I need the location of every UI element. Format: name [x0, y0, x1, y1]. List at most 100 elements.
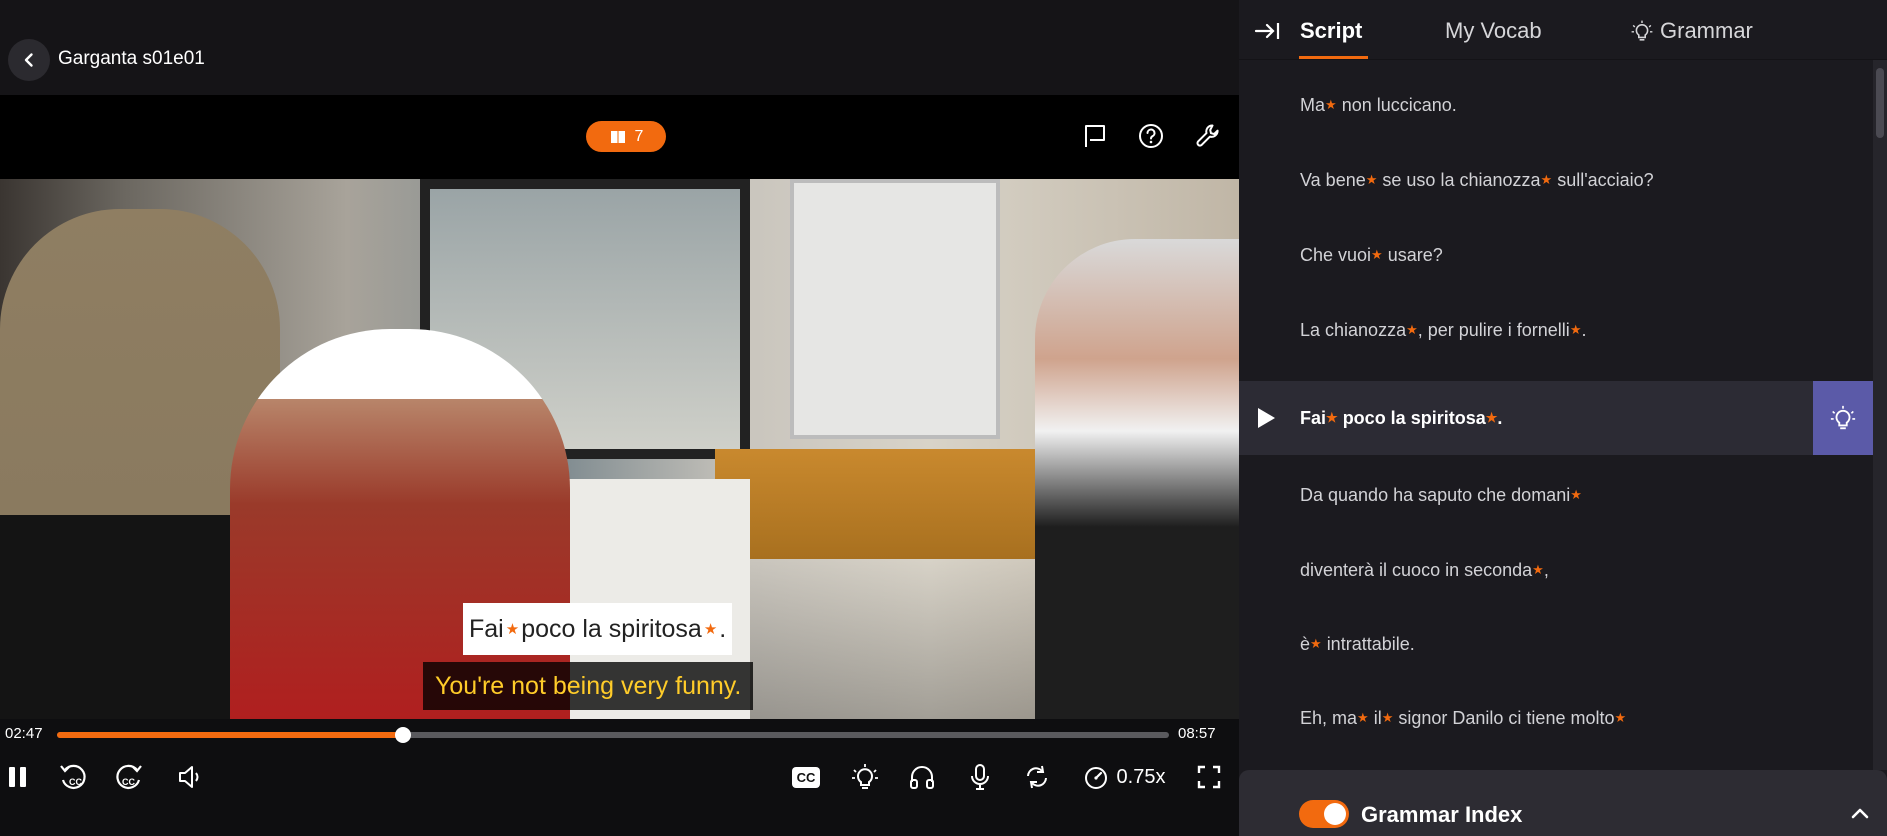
- script-word[interactable]: il: [1374, 708, 1382, 729]
- flag-icon: [1085, 125, 1105, 147]
- speak-practice-button[interactable]: [963, 757, 997, 797]
- video-player: Garganta s01e01 7 Fai ★ poco la spiritos…: [0, 0, 1239, 836]
- scene-person-center: [230, 329, 570, 719]
- script-word[interactable]: Fai: [1300, 408, 1326, 429]
- toggle-knob: [1324, 803, 1346, 825]
- script-word[interactable]: Da quando ha saputo che domani: [1300, 485, 1570, 506]
- fullscreen-icon: [1197, 765, 1221, 789]
- script-line[interactable]: La chianozza ★, per pulire i fornelli ★.: [1239, 293, 1873, 367]
- lightbulb-icon: [1631, 20, 1653, 41]
- grammar-index-expand-button[interactable]: [1847, 800, 1873, 826]
- script-word[interactable]: se uso la chianozza: [1382, 170, 1540, 191]
- tab-my-vocab[interactable]: My Vocab: [1445, 18, 1542, 44]
- repeat-icon: [1027, 765, 1047, 789]
- tab-active-indicator: [1299, 56, 1368, 59]
- script-line[interactable]: diventerà il cuoco in seconda ★,: [1239, 533, 1873, 607]
- chevron-left-icon: [24, 53, 33, 67]
- script-word[interactable]: Che vuoi: [1300, 245, 1371, 266]
- question-circle-icon: [1139, 124, 1163, 148]
- rewind-cc-icon: CC: [60, 764, 86, 789]
- playback-speed-button[interactable]: 0.75x: [1078, 757, 1170, 797]
- scrollbar-thumb[interactable]: [1876, 68, 1884, 138]
- play-pause-button[interactable]: [2, 757, 34, 797]
- subtitle-word[interactable]: poco la spiritosa: [521, 615, 702, 644]
- script-text: intrattabile.: [1326, 633, 1415, 654]
- report-flag-button[interactable]: [1079, 120, 1111, 152]
- scene-person-right: [1035, 239, 1239, 719]
- hint-mode-button[interactable]: [848, 757, 882, 797]
- wrench-icon: [1196, 124, 1219, 147]
- script-text: non luccicano.: [1341, 94, 1457, 115]
- script-panel: Script My Vocab Grammar Ma ★ non luccican…: [1239, 0, 1887, 836]
- script-line[interactable]: Ma ★ non luccicano.: [1239, 68, 1873, 142]
- script-scrollbar[interactable]: [1873, 60, 1887, 770]
- script-text: .: [1581, 319, 1587, 340]
- tab-script[interactable]: Script: [1300, 18, 1362, 44]
- star-icon: ★: [1371, 247, 1383, 262]
- current-time: 02:47: [5, 725, 43, 742]
- script-word[interactable]: La chianozza: [1300, 320, 1406, 341]
- star-icon: ★: [1614, 710, 1627, 725]
- volume-icon: [179, 766, 199, 788]
- star-icon: ★: [505, 621, 520, 638]
- star-icon: ★: [1569, 322, 1582, 337]
- vocab-count-button[interactable]: 7: [586, 121, 666, 152]
- subtitles-toggle[interactable]: CC: [788, 757, 824, 797]
- line-hint-button[interactable]: [1813, 381, 1873, 455]
- script-text: ,: [1543, 559, 1549, 580]
- svg-text:CC: CC: [69, 777, 82, 787]
- script-word[interactable]: signor Danilo ci tiene molto: [1398, 708, 1614, 729]
- svg-text:CC: CC: [122, 777, 135, 787]
- loop-line-button[interactable]: [1020, 757, 1054, 797]
- microphone-icon: [971, 764, 989, 790]
- settings-button[interactable]: [1192, 120, 1224, 152]
- seek-bar[interactable]: [57, 727, 1169, 743]
- script-word[interactable]: poco la spiritosa: [1343, 408, 1486, 429]
- forward-line-button[interactable]: CC: [112, 757, 146, 797]
- script-line[interactable]: Va bene ★ se uso la chianozza ★ sull'accia…: [1239, 143, 1873, 217]
- script-line[interactable]: Eh, ma ★ il ★ signor Danilo ci tiene molto…: [1239, 681, 1873, 755]
- volume-button[interactable]: [174, 757, 208, 797]
- script-word[interactable]: Ma: [1300, 95, 1325, 116]
- subtitle-italian[interactable]: Fai ★ poco la spiritosa ★.: [463, 603, 733, 655]
- star-icon: ★: [1365, 172, 1378, 187]
- fullscreen-button[interactable]: [1192, 757, 1226, 797]
- book-icon: [610, 130, 625, 143]
- script-word[interactable]: è: [1300, 634, 1310, 655]
- help-button[interactable]: [1135, 120, 1167, 152]
- script-text: usare?: [1387, 244, 1443, 265]
- grammar-index-toggle[interactable]: [1299, 800, 1349, 828]
- total-time: 08:57: [1178, 725, 1216, 742]
- script-word[interactable]: , per pulire i fornelli: [1418, 320, 1570, 341]
- grammar-index-bar: Grammar Index: [1239, 770, 1887, 836]
- script-line[interactable]: è ★ intrattabile.: [1239, 607, 1873, 681]
- vocab-count: 7: [634, 127, 644, 145]
- video-frame[interactable]: Fai ★ poco la spiritosa ★. You're not being…: [0, 179, 1239, 719]
- script-lines: Ma ★ non luccicano. Va bene ★ se uso la ch…: [1239, 60, 1873, 770]
- speedometer-icon: [1084, 767, 1107, 789]
- subtitle-word[interactable]: Fai: [469, 615, 504, 644]
- grammar-index-label: Grammar Index: [1361, 802, 1523, 827]
- tab-grammar[interactable]: Grammar: [1630, 18, 1753, 44]
- script-line[interactable]: Da quando ha saputo che domani ★: [1239, 458, 1873, 532]
- player-controls: CC CC CC 0.75x: [0, 749, 1239, 836]
- seek-handle[interactable]: [394, 727, 411, 743]
- script-word[interactable]: Eh, ma: [1300, 708, 1357, 729]
- scene-cabinet: [790, 179, 1000, 439]
- play-icon[interactable]: [1255, 406, 1277, 430]
- video-toolbar: 7: [0, 95, 1239, 179]
- pause-icon: [9, 767, 26, 787]
- collapse-panel-button[interactable]: [1253, 17, 1283, 45]
- audio-only-button[interactable]: [905, 757, 939, 797]
- rewind-line-button[interactable]: CC: [56, 757, 90, 797]
- lightbulb-icon: [1830, 405, 1856, 430]
- back-button[interactable]: [8, 39, 50, 81]
- script-line[interactable]: Che vuoi ★ usare?: [1239, 218, 1873, 292]
- script-word[interactable]: diventerà il cuoco in seconda: [1300, 560, 1532, 581]
- star-icon: ★: [1326, 410, 1338, 425]
- cc-icon: CC: [791, 766, 821, 788]
- playback-speed: 0.75x: [1116, 765, 1166, 788]
- subtitle-punct: .: [719, 614, 727, 643]
- script-line-active[interactable]: Fai ★ poco la spiritosa ★.: [1239, 381, 1873, 455]
- script-word[interactable]: Va bene: [1300, 170, 1366, 191]
